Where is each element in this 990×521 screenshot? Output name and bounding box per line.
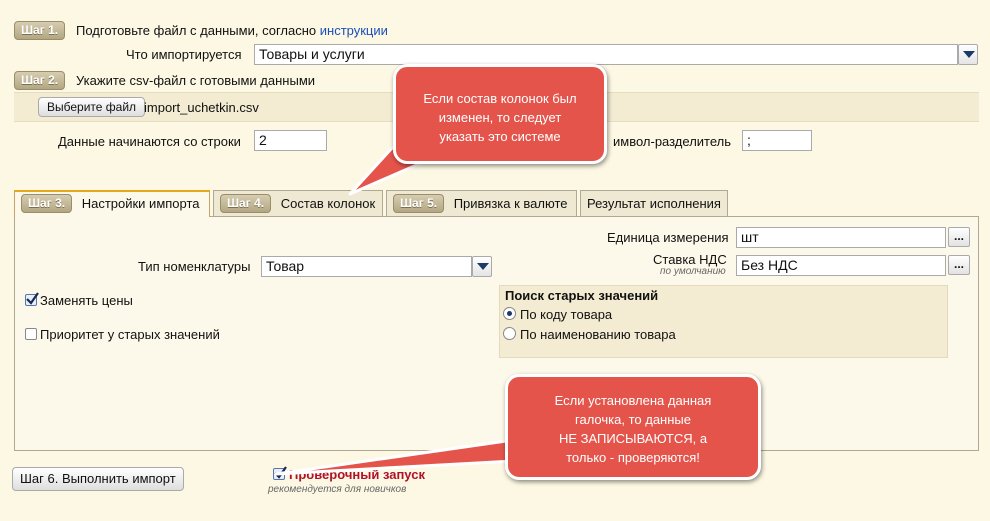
tab-currency[interactable]: Шаг 5. Привязка к валюте: [386, 190, 577, 216]
step2-text: Укажите csv-файл с готовыми данными: [76, 73, 316, 88]
tab-import-settings[interactable]: Шаг 3. Настройки импорта: [14, 190, 210, 217]
step3-badge: Шаг 3.: [21, 194, 73, 213]
checkmark-icon: [26, 292, 39, 305]
callout-columns-line3: указать это системе: [439, 129, 561, 144]
step1-badge: Шаг 1.: [14, 21, 66, 40]
chevron-down-icon: [477, 263, 489, 270]
vat-hint: по умолчанию: [660, 266, 726, 277]
run-import-button[interactable]: Шаг 6. Выполнить импорт: [12, 467, 184, 491]
nomenclature-value: Товар: [266, 258, 305, 274]
priority-old-label: Приоритет у старых значений: [40, 327, 220, 342]
tab-result[interactable]: Результат исполнения: [580, 190, 728, 216]
search-by-name-radio[interactable]: [503, 327, 516, 340]
callout-test-run: Если установлена данная галочка, то данн…: [505, 374, 761, 480]
tab-columns-label: Состав колонок: [280, 196, 376, 211]
callout-columns-line1: Если состав колонок был: [423, 91, 577, 106]
search-by-name-label: По наименованию товара: [520, 327, 676, 342]
nomenclature-label: Тип номенклатуры: [138, 259, 251, 274]
test-run-checkbox[interactable]: [273, 466, 287, 480]
vat-select-button[interactable]: ...: [948, 255, 970, 275]
step2-badge: Шаг 2.: [14, 71, 66, 90]
start-row-input[interactable]: 2: [254, 130, 327, 151]
choose-file-button[interactable]: Выберите файл: [38, 97, 146, 117]
tab-import-settings-label: Настройки импорта: [81, 196, 200, 211]
unit-value: шт: [741, 229, 759, 245]
checkmark-icon: [274, 466, 287, 479]
callout-test-run-line2: галочка, то данные: [575, 412, 691, 427]
unit-input[interactable]: шт: [736, 227, 946, 248]
step5-badge: Шаг 5.: [393, 194, 445, 213]
step1-text: Подготовьте файл с данными, согласно инс…: [76, 23, 388, 39]
start-row-value: 2: [259, 132, 267, 148]
nomenclature-dropdown-button[interactable]: [472, 256, 492, 277]
test-run-hint: рекомендуется для новичков: [268, 484, 407, 495]
search-old-values-title: Поиск старых значений: [505, 288, 659, 303]
search-by-code-radio[interactable]: [503, 307, 516, 320]
chevron-down-icon: [963, 51, 975, 58]
search-by-code-label: По коду товара: [520, 307, 613, 322]
import-type-value: Товары и услуги: [259, 46, 365, 62]
step4-badge: Шаг 4.: [220, 194, 272, 213]
instructions-link[interactable]: инструкции: [320, 23, 388, 38]
start-row-label: Данные начинаются со строки: [58, 134, 241, 149]
import-type-label: Что импортируется: [126, 47, 242, 62]
step1-description: Подготовьте файл с данными, согласно: [76, 23, 317, 38]
replace-prices-checkbox[interactable]: [25, 292, 39, 306]
file-name: import_uchetkin.csv: [144, 100, 259, 115]
priority-old-checkbox[interactable]: [25, 328, 37, 340]
separator-value: ;: [747, 132, 751, 148]
test-run-label: Проверочный запуск: [289, 467, 425, 482]
tab-result-label: Результат исполнения: [587, 196, 721, 211]
unit-select-button[interactable]: ...: [948, 227, 970, 247]
callout-test-run-line1: Если установлена данная: [554, 393, 712, 408]
callout-columns-line2: изменен, то следует: [438, 110, 562, 125]
separator-label: имвол-разделитель: [613, 134, 732, 149]
tab-columns[interactable]: Шаг 4. Состав колонок: [213, 190, 383, 216]
tab-currency-label: Привязка к валюте: [453, 196, 568, 211]
unit-label: Единица измерения: [607, 230, 729, 245]
import-type-dropdown-button[interactable]: [958, 44, 978, 65]
callout-test-run-line4: только - проверяются!: [566, 450, 700, 465]
vat-value: Без НДС: [741, 257, 798, 273]
replace-prices-label: Заменять цены: [40, 293, 133, 308]
nomenclature-select[interactable]: Товар: [261, 256, 472, 277]
callout-test-run-line3: НЕ ЗАПИСЫВАЮТСЯ, а: [558, 431, 708, 446]
callout-columns: Если состав колонок был изменен, то след…: [393, 64, 607, 164]
vat-input[interactable]: Без НДС: [736, 255, 946, 276]
separator-input[interactable]: ;: [742, 130, 812, 151]
import-type-select[interactable]: Товары и услуги: [254, 44, 958, 65]
